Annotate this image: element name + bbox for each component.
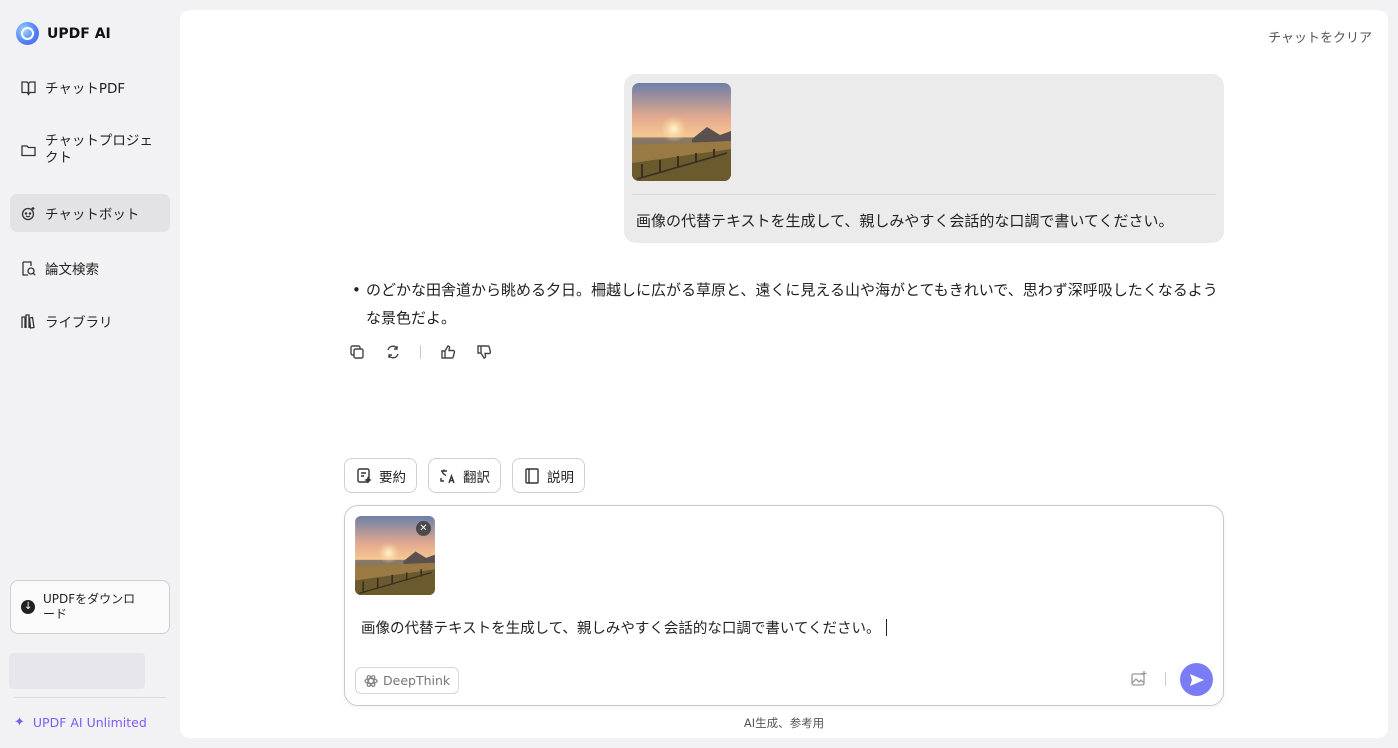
unlimited-link[interactable]: ✦ UPDF AI Unlimited: [14, 715, 147, 730]
text-caret: [885, 619, 887, 636]
message-composer[interactable]: ✕ 画像の代替テキストを生成して、親しみやすく会話的な口調で書いてください。 D…: [344, 505, 1224, 706]
search-doc-icon: [20, 260, 37, 277]
summary-icon: [357, 467, 372, 484]
summarize-button[interactable]: 要約: [344, 458, 417, 493]
account-placeholder: [9, 653, 145, 689]
summarize-label: 要約: [379, 469, 406, 486]
download-button[interactable]: UPDFをダウンロード: [10, 580, 170, 634]
translate-label: 翻訳: [463, 469, 490, 486]
answer-actions: [348, 343, 493, 361]
remove-image-icon[interactable]: ✕: [416, 521, 431, 536]
app-name: UPDF AI: [47, 25, 111, 42]
bullet-marker: •: [352, 281, 361, 299]
sidebar-item-label: チャットプロジェクト: [45, 133, 153, 166]
thumbs-down-icon[interactable]: [475, 343, 493, 361]
copy-icon[interactable]: [348, 343, 366, 361]
composer-input[interactable]: 画像の代替テキストを生成して、親しみやすく会話的な口調で書いてください。: [361, 617, 887, 638]
composer-text: 画像の代替テキストを生成して、親しみやすく会話的な口調で書いてください。: [361, 621, 881, 637]
library-icon: [20, 313, 37, 330]
attached-image-preview[interactable]: ✕: [355, 516, 435, 595]
composer-separator: [1165, 672, 1166, 686]
send-icon: [1189, 673, 1204, 686]
download-label: UPDFをダウンロード: [43, 592, 136, 621]
translate-icon: [440, 469, 455, 483]
user-message-text: 画像の代替テキストを生成して、親しみやすく会話的な口調で書いてください。: [636, 212, 1174, 230]
ai-answer-text: のどかな田舎道から眺める夕日。柵越しに広がる草原と、遠くに見える山や海がとてもき…: [366, 281, 1218, 327]
sidebar-item-label: チャットボット: [45, 207, 140, 223]
sidebar-item-label: 論文検索: [45, 262, 99, 278]
updf-logo-icon: [16, 22, 39, 45]
ai-answer: • のどかな田舎道から眺める夕日。柵越しに広がる草原と、遠くに見える山や海がとて…: [352, 276, 1222, 332]
sidebar-item-chat-project[interactable]: チャットプロジェクト: [10, 128, 170, 172]
chat-panel: チャットをクリア 画像の代替テキストを生成して、親しみやすく会話的な口調で書いて…: [180, 10, 1388, 738]
sidebar: UPDF AI チャットPDF チャットプロジェクト チャットボット 論文検索 …: [0, 0, 180, 748]
bubble-divider: [632, 194, 1216, 195]
clear-chat-button[interactable]: チャットをクリア: [1268, 27, 1372, 46]
folder-icon: [20, 142, 37, 159]
atom-icon: [364, 674, 378, 687]
book-icon: [20, 79, 37, 96]
sparkle-icon: ✦: [14, 715, 25, 730]
deepthink-label: DeepThink: [383, 673, 451, 688]
user-message-bubble: 画像の代替テキストを生成して、親しみやすく会話的な口調で書いてください。: [624, 74, 1224, 243]
explain-label: 説明: [547, 469, 574, 486]
download-icon: [21, 599, 35, 614]
attached-image-thumbnail[interactable]: [632, 83, 731, 181]
ai-disclaimer: AI生成、参考用: [743, 716, 825, 730]
sidebar-item-label: ライブラリ: [45, 315, 113, 331]
sidebar-item-label: チャットPDF: [45, 81, 126, 97]
explain-button[interactable]: 説明: [512, 458, 585, 493]
translate-button[interactable]: 翻訳: [428, 458, 501, 493]
sidebar-item-library[interactable]: ライブラリ: [10, 306, 170, 336]
thumbs-up-icon[interactable]: [439, 343, 457, 361]
send-button[interactable]: [1180, 663, 1213, 696]
deepthink-toggle[interactable]: DeepThink: [355, 667, 460, 694]
sidebar-item-chat-pdf[interactable]: チャットPDF: [10, 72, 170, 102]
add-image-icon[interactable]: [1130, 670, 1148, 688]
explain-icon: [525, 467, 539, 484]
regenerate-icon[interactable]: [384, 343, 402, 361]
sidebar-item-chatbot[interactable]: チャットボット: [10, 194, 170, 232]
sidebar-item-paper-search[interactable]: 論文検索: [10, 253, 170, 283]
action-separator: [420, 345, 421, 359]
sidebar-divider: [14, 697, 166, 698]
bot-icon: [20, 205, 37, 222]
app-logo[interactable]: UPDF AI: [16, 22, 111, 45]
unlimited-label: UPDF AI Unlimited: [32, 715, 147, 730]
